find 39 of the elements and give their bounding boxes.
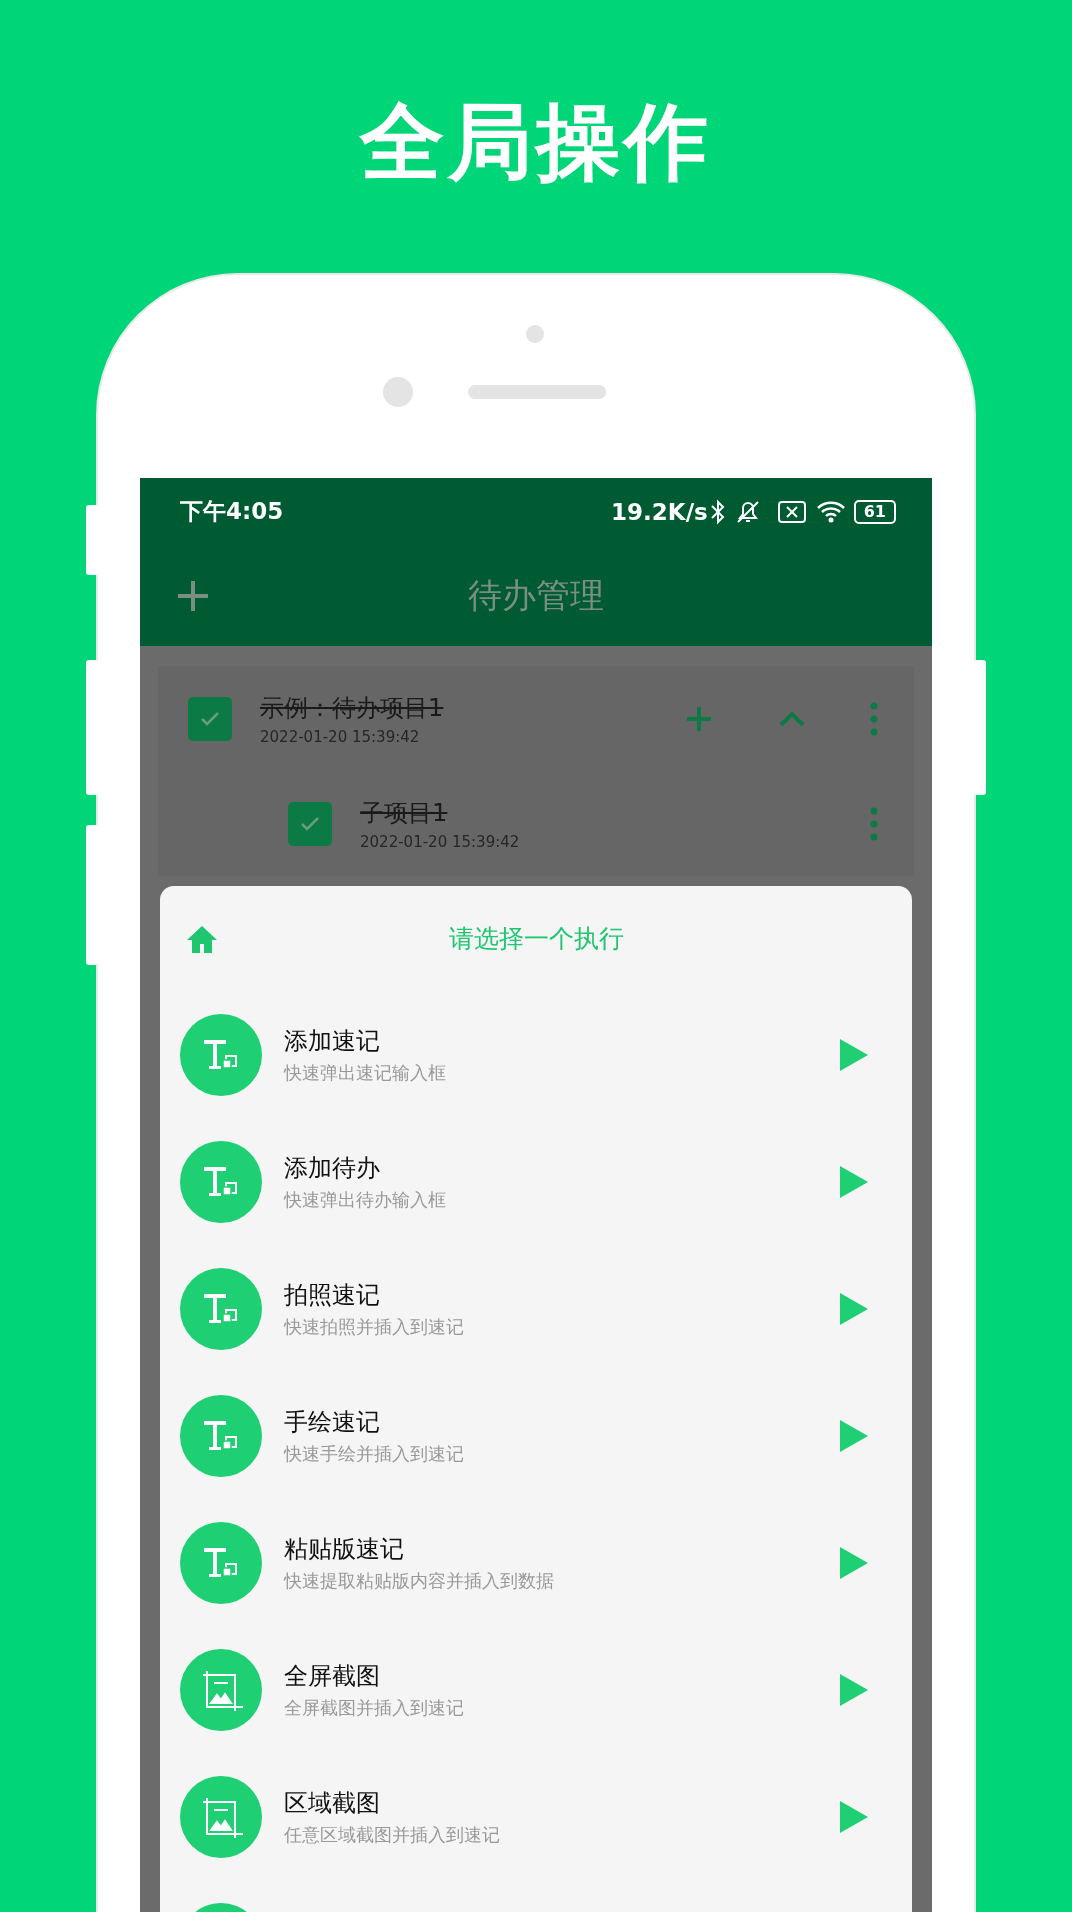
action-description: 快速手绘并插入到速记 — [284, 1441, 464, 1466]
speaker-icon — [468, 385, 606, 399]
action-description: 任意区域截图并插入到速记 — [284, 1822, 500, 1847]
action-title: 添加速记 — [284, 1025, 380, 1057]
battery-indicator: 61 — [853, 499, 896, 524]
action-description: 快速提取粘贴版内容并插入到数据 — [284, 1568, 554, 1593]
todo-time: 2022-01-20 15:39:42 — [360, 832, 520, 851]
action-title: 拍照速记 — [284, 1279, 380, 1311]
text-note-icon — [180, 1013, 262, 1096]
action-description: 快速弹出速记输入框 — [284, 1060, 446, 1085]
dialog-title: 请选择一个执行 — [448, 923, 624, 955]
network-speed: 19.2K/s — [611, 498, 708, 525]
status-time: 下午4:05 — [180, 497, 284, 526]
action-description: 快速拍照并插入到速记 — [284, 1314, 464, 1339]
text-note-icon — [180, 1140, 262, 1223]
action-description: 快速弹出待办输入框 — [284, 1187, 446, 1212]
sensor-icon — [526, 325, 544, 343]
screenshot-icon — [180, 1648, 262, 1731]
action-title: 区域截图 — [284, 1787, 380, 1819]
text-note-icon — [180, 1394, 262, 1477]
promo-title: 全局操作 — [360, 100, 712, 193]
screenshot-icon — [180, 1775, 262, 1858]
checkbox[interactable] — [288, 801, 332, 846]
action-title: 全屏截图 — [284, 1660, 380, 1692]
action-title: 粘贴版速记 — [284, 1533, 404, 1565]
todo-time: 2022-01-20 15:39:42 — [260, 727, 420, 746]
action-title: 手绘速记 — [284, 1406, 380, 1438]
todo-title: 示例：待办项目1 — [260, 692, 444, 724]
screen-title: 待办管理 — [468, 573, 604, 617]
bluetooth-icon — [709, 498, 726, 525]
text-note-icon — [180, 1521, 262, 1604]
checkbox[interactable] — [188, 696, 232, 741]
camera-icon — [383, 377, 413, 407]
text-note-icon — [180, 1267, 262, 1350]
wifi-icon — [815, 499, 846, 524]
sim-off-icon — [777, 500, 806, 523]
action-description: 全屏截图并插入到速记 — [284, 1695, 464, 1720]
todo-title: 子项目1 — [360, 797, 448, 829]
action-title: 添加待办 — [284, 1152, 380, 1184]
